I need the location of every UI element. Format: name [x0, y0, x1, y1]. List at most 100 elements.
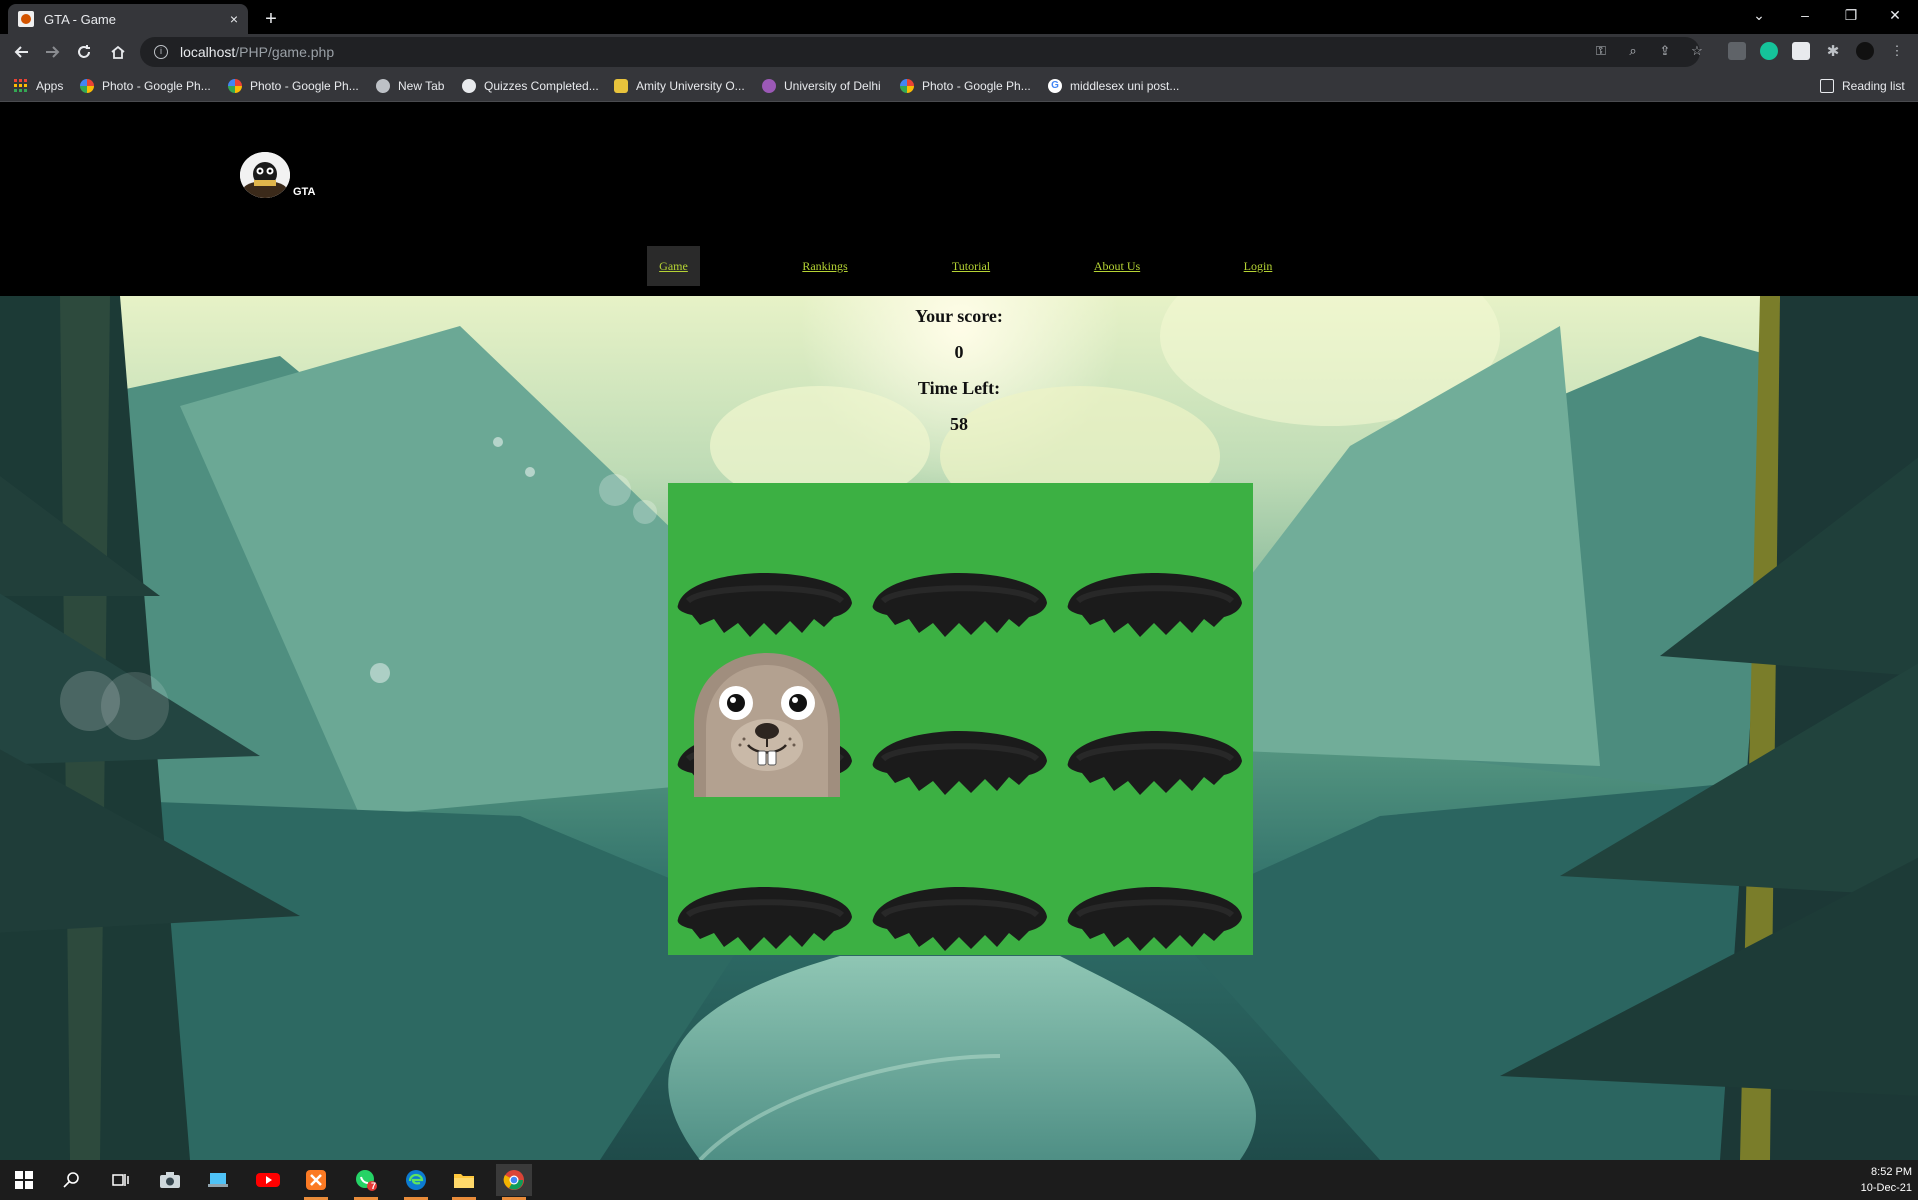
forward-button[interactable]: [38, 38, 66, 66]
reload-button[interactable]: [70, 38, 98, 66]
nav-rankings[interactable]: Rankings: [790, 246, 860, 286]
bookmark-label: Amity University O...: [636, 79, 745, 93]
bookmarks-bar: Apps Photo - Google Ph... Photo - Google…: [0, 70, 1918, 102]
nav-login[interactable]: Login: [1230, 246, 1286, 286]
bookmark-new-tab[interactable]: New Tab: [376, 77, 444, 95]
bookmark-amity[interactable]: Amity University O...: [614, 77, 745, 95]
forward-arrow-icon: [46, 46, 60, 58]
bookmark-photos-3[interactable]: Photo - Google Ph...: [900, 77, 1031, 95]
site-name: GTA: [293, 186, 316, 198]
zoom-icon[interactable]: ⌕: [1624, 42, 1642, 60]
taskbar-laptop-app[interactable]: [200, 1164, 236, 1196]
address-bar[interactable]: i localhost/PHP/game.php: [140, 37, 1700, 67]
mole-hole[interactable]: [1064, 571, 1244, 641]
dirt-mound-icon: [677, 887, 852, 951]
close-window-button[interactable]: ✕: [1872, 0, 1918, 30]
taskbar-youtube[interactable]: [250, 1164, 286, 1196]
site-logo[interactable]: [240, 152, 290, 198]
back-arrow-icon: [14, 46, 28, 58]
bookmark-quizzes[interactable]: Quizzes Completed...: [462, 77, 599, 95]
search-button[interactable]: [54, 1164, 90, 1196]
google-icon: G: [1048, 79, 1062, 93]
nav-about-us[interactable]: About Us: [1084, 246, 1150, 286]
dirt-mound-icon: [677, 573, 852, 637]
mole-hole[interactable]: [869, 885, 1049, 955]
browser-tab[interactable]: GTA - Game ×: [8, 4, 248, 34]
taskbar-file-explorer[interactable]: [446, 1164, 482, 1200]
menu-kebab-icon[interactable]: ⋮: [1888, 42, 1906, 60]
bookmark-label: Photo - Google Ph...: [922, 79, 1031, 93]
extensions-puzzle-icon[interactable]: ✱: [1824, 42, 1842, 60]
dirt-mound-icon: [872, 573, 1047, 637]
nav-game-link[interactable]: Game: [659, 259, 688, 274]
mole-hole[interactable]: [1064, 729, 1244, 799]
bookmark-label: Photo - Google Ph...: [102, 79, 211, 93]
mole-hole[interactable]: [869, 571, 1049, 641]
reading-list-icon: [1820, 79, 1834, 93]
nav-tutorial-link[interactable]: Tutorial: [952, 259, 990, 274]
mole-hole[interactable]: [869, 729, 1049, 799]
taskbar-edge[interactable]: [398, 1164, 434, 1200]
bookmark-delhi[interactable]: University of Delhi: [762, 77, 881, 95]
b-extension-icon[interactable]: [1792, 42, 1810, 60]
mole-hole[interactable]: [1064, 885, 1244, 955]
google-photos-icon: [80, 79, 94, 93]
xampp-icon: [306, 1170, 326, 1190]
bookmark-label: Apps: [36, 79, 64, 93]
bookmark-photos-1[interactable]: Photo - Google Ph...: [80, 77, 211, 95]
grammarly-extension-icon[interactable]: [1760, 42, 1778, 60]
reading-list-button[interactable]: Reading list: [1820, 77, 1905, 95]
back-button[interactable]: [8, 38, 36, 66]
dirt-mound-icon: [1067, 731, 1242, 795]
tab-search-button[interactable]: ⌄: [1736, 0, 1782, 30]
quiz-site-icon: [462, 79, 476, 93]
start-button[interactable]: [6, 1164, 42, 1196]
chrome-browser-icon: [503, 1170, 524, 1190]
mole-hole[interactable]: [674, 571, 854, 641]
bookmark-star-icon[interactable]: ☆: [1688, 42, 1706, 60]
time-left-value: 58: [950, 414, 968, 434]
system-clock[interactable]: 8:52 PM 10-Dec-21: [1861, 1164, 1912, 1196]
nav-rankings-link[interactable]: Rankings: [802, 259, 847, 274]
clock-date: 10-Dec-21: [1860, 1182, 1912, 1194]
bookmark-photos-2[interactable]: Photo - Google Ph...: [228, 77, 359, 95]
mole-hole[interactable]: [674, 885, 854, 955]
nav-about-link[interactable]: About Us: [1094, 259, 1140, 274]
browser-tab-strip: GTA - Game × + ⌄ – ❐ ✕: [0, 0, 1918, 34]
camera-icon: [160, 1172, 180, 1188]
nav-tutorial[interactable]: Tutorial: [940, 246, 1002, 286]
key-icon[interactable]: ⚿: [1592, 42, 1610, 60]
dirt-mound-icon: [872, 887, 1047, 951]
nav-game[interactable]: Game: [647, 246, 700, 286]
restore-button[interactable]: ❐: [1828, 0, 1874, 30]
tab-close-icon[interactable]: ×: [230, 11, 238, 27]
share-icon[interactable]: ⇪: [1656, 42, 1674, 60]
bookmark-middlesex[interactable]: G middlesex uni post...: [1048, 77, 1179, 95]
taskbar-xampp[interactable]: [298, 1164, 334, 1200]
taskbar-whatsapp[interactable]: 7: [348, 1164, 384, 1200]
mole[interactable]: [692, 651, 842, 797]
task-view-icon: [112, 1174, 129, 1186]
task-view-button[interactable]: [102, 1164, 138, 1196]
new-tab-button[interactable]: +: [258, 6, 284, 32]
google-photos-icon: [900, 79, 914, 93]
bookmark-apps[interactable]: Apps: [14, 77, 63, 95]
extension-icon[interactable]: [1728, 42, 1746, 60]
university-logo-icon: [762, 79, 776, 93]
google-photos-icon: [228, 79, 242, 93]
apps-grid-icon: [14, 79, 27, 92]
home-button[interactable]: [104, 38, 132, 66]
bookmark-label: middlesex uni post...: [1070, 79, 1180, 93]
dirt-mound-icon: [1067, 887, 1242, 951]
edge-browser-icon: [406, 1170, 426, 1190]
taskbar-chrome[interactable]: [496, 1164, 532, 1200]
youtube-icon: [256, 1173, 280, 1187]
site-info-icon[interactable]: i: [154, 45, 168, 59]
taskbar-camera[interactable]: [152, 1164, 188, 1196]
web-page: GTA Game Rankings Tutorial About Us Logi…: [0, 102, 1918, 1160]
minimize-button[interactable]: –: [1782, 0, 1828, 30]
nav-login-link[interactable]: Login: [1244, 259, 1273, 274]
mole-logo-icon: [240, 152, 290, 198]
profile-avatar[interactable]: [1856, 42, 1874, 60]
site-favicon-icon: [18, 11, 34, 27]
